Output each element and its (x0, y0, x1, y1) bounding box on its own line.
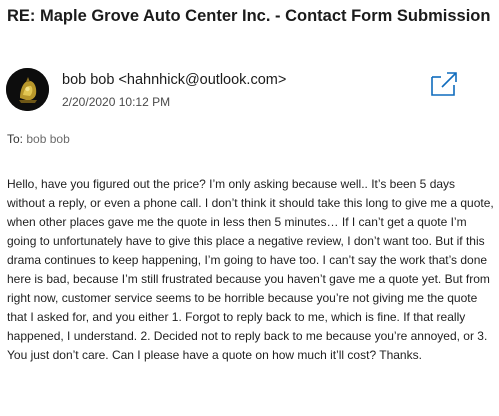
sent-date: 2/20/2020 10:12 PM (62, 95, 171, 109)
to-label: To: (7, 132, 24, 146)
email-body: Hello, have you figured out the price? I… (7, 177, 494, 362)
sender-avatar (6, 68, 49, 111)
open-in-new-window-icon[interactable] (430, 71, 458, 97)
recipient-name[interactable]: bob bob (26, 132, 69, 146)
email-subject: RE: Maple Grove Auto Center Inc. - Conta… (7, 7, 491, 25)
sender-name-email: bob bob <hahnhick@outlook.com> (62, 72, 287, 88)
recipient-line: To: bob bob (7, 131, 70, 147)
